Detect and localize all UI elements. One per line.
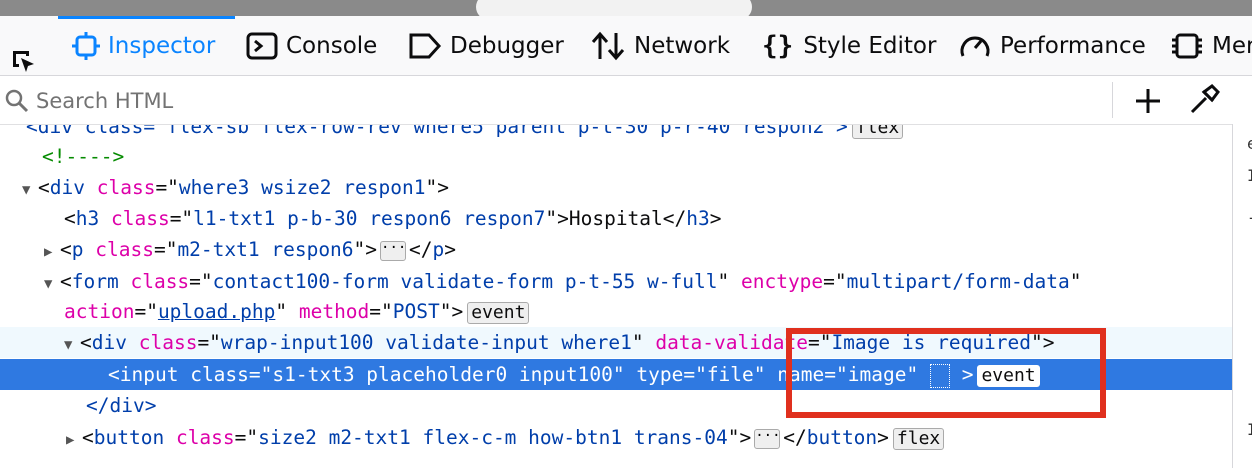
tab-network[interactable]: Network (590, 16, 730, 75)
expand-icon[interactable]: ▶ (44, 237, 60, 268)
tree-node[interactable]: ▶ <p class="m2-txt1 respon6"> ··· </p> (0, 234, 1232, 265)
console-icon (246, 32, 278, 59)
tree-node[interactable]: ▶ <button class="size2 m2-txt1 flex-c-m h… (0, 422, 1232, 453)
tree-node-continuation[interactable]: action="upload.php" method="POST"> event (0, 296, 1232, 327)
collapse-icon[interactable]: ▼ (64, 330, 80, 361)
tab-debugger[interactable]: Debugger (408, 16, 564, 75)
expand-icon[interactable]: ▶ (66, 425, 82, 456)
action-link[interactable]: upload.php (158, 300, 275, 323)
network-icon (591, 31, 625, 60)
tab-label: Console (286, 32, 378, 59)
tab-style-editor[interactable]: {} Style Editor (762, 16, 936, 75)
tab-memory[interactable]: Mer (1170, 16, 1252, 75)
inspector-icon (72, 31, 100, 60)
style-editor-icon: {} (762, 30, 794, 61)
tab-label: Mer (1212, 32, 1252, 59)
tab-performance[interactable]: Performance (958, 16, 1146, 75)
tree-node-comment[interactable]: <!----> (0, 141, 1232, 172)
tab-label: Debugger (450, 32, 564, 59)
debugger-icon (409, 33, 442, 58)
tab-console[interactable]: Console (246, 16, 377, 75)
search-html-input[interactable] (34, 84, 1088, 118)
collapse-icon[interactable]: ▼ (22, 175, 38, 206)
flex-badge[interactable]: flex (851, 125, 904, 139)
tree-node[interactable]: <div class="flex-sb flex-row-rev where5 … (26, 125, 1232, 142)
memory-icon (1172, 33, 1202, 58)
devtools-toolbar: Inspector Console Debugger Network {} St… (0, 16, 1252, 76)
collapsed-content-icon[interactable]: ··· (380, 240, 406, 261)
tree-node[interactable]: ▼ <form class="contact100-form validate-f… (0, 266, 1232, 297)
tab-label: Style Editor (803, 32, 937, 59)
sidebar-pane-edge: e I - I (1232, 124, 1252, 468)
annotation-highlight-box (786, 328, 1106, 418)
tree-node[interactable]: ▼ <div class="where3 wsize2 respon1"> (0, 172, 1232, 203)
picker-icon (13, 50, 34, 72)
event-badge[interactable]: event (467, 302, 530, 324)
performance-icon (960, 36, 990, 57)
browser-background (0, 0, 1252, 20)
tab-label: Network (634, 32, 731, 59)
tab-label: Performance (1000, 32, 1146, 59)
tree-node[interactable]: <h3 class="l1-txt1 p-b-30 respon6 respon… (0, 203, 1232, 234)
html-search-bar (0, 76, 1252, 125)
tab-inspector[interactable]: Inspector (57, 16, 236, 75)
search-icon (5, 89, 29, 113)
eyedropper-icon[interactable] (1182, 84, 1222, 116)
add-node-icon[interactable] (1128, 86, 1168, 116)
flex-badge[interactable]: flex (892, 428, 945, 450)
collapsed-content-icon[interactable]: ··· (754, 428, 781, 449)
tab-label: Inspector (108, 32, 216, 59)
toolbar-divider (1112, 82, 1113, 118)
